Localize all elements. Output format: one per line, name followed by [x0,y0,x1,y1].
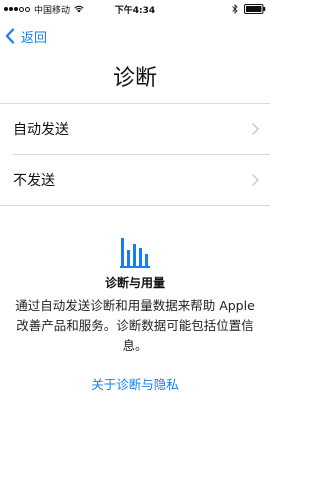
back-button-label: 返回 [21,30,48,46]
option-dont-send[interactable]: 不发送 [0,155,270,205]
back-button[interactable]: 返回 [5,26,47,46]
info-body: 通过自动发送诊断和用量数据来帮助 Apple 改善产品和服务。诊断数据可能包括位… [15,298,255,353]
screen: 中国移动 下午4:34 返回 诊断 自动发送 不发送 诊断与用量 通过自动发送诊… [0,0,270,479]
chevron-left-icon [5,28,15,44]
option-auto-send[interactable]: 自动发送 [0,104,270,154]
status-time: 下午4:34 [114,6,156,16]
list-bottom-separator [0,205,270,206]
chevron-right-icon [252,123,259,135]
about-diagnostics-privacy-link[interactable]: 关于诊断与隐私 [0,374,270,393]
status-bar: 中国移动 下午4:34 [0,0,270,18]
option-label: 自动发送 [13,122,69,138]
status-right [232,3,266,15]
option-label: 不发送 [13,173,55,189]
battery-icon [244,4,266,14]
page-title: 诊断 [112,66,157,91]
bar-chart-icon [120,238,150,268]
chevron-right-icon [252,174,259,186]
bluetooth-icon [232,4,238,14]
info-heading: 诊断与用量 [104,276,165,290]
